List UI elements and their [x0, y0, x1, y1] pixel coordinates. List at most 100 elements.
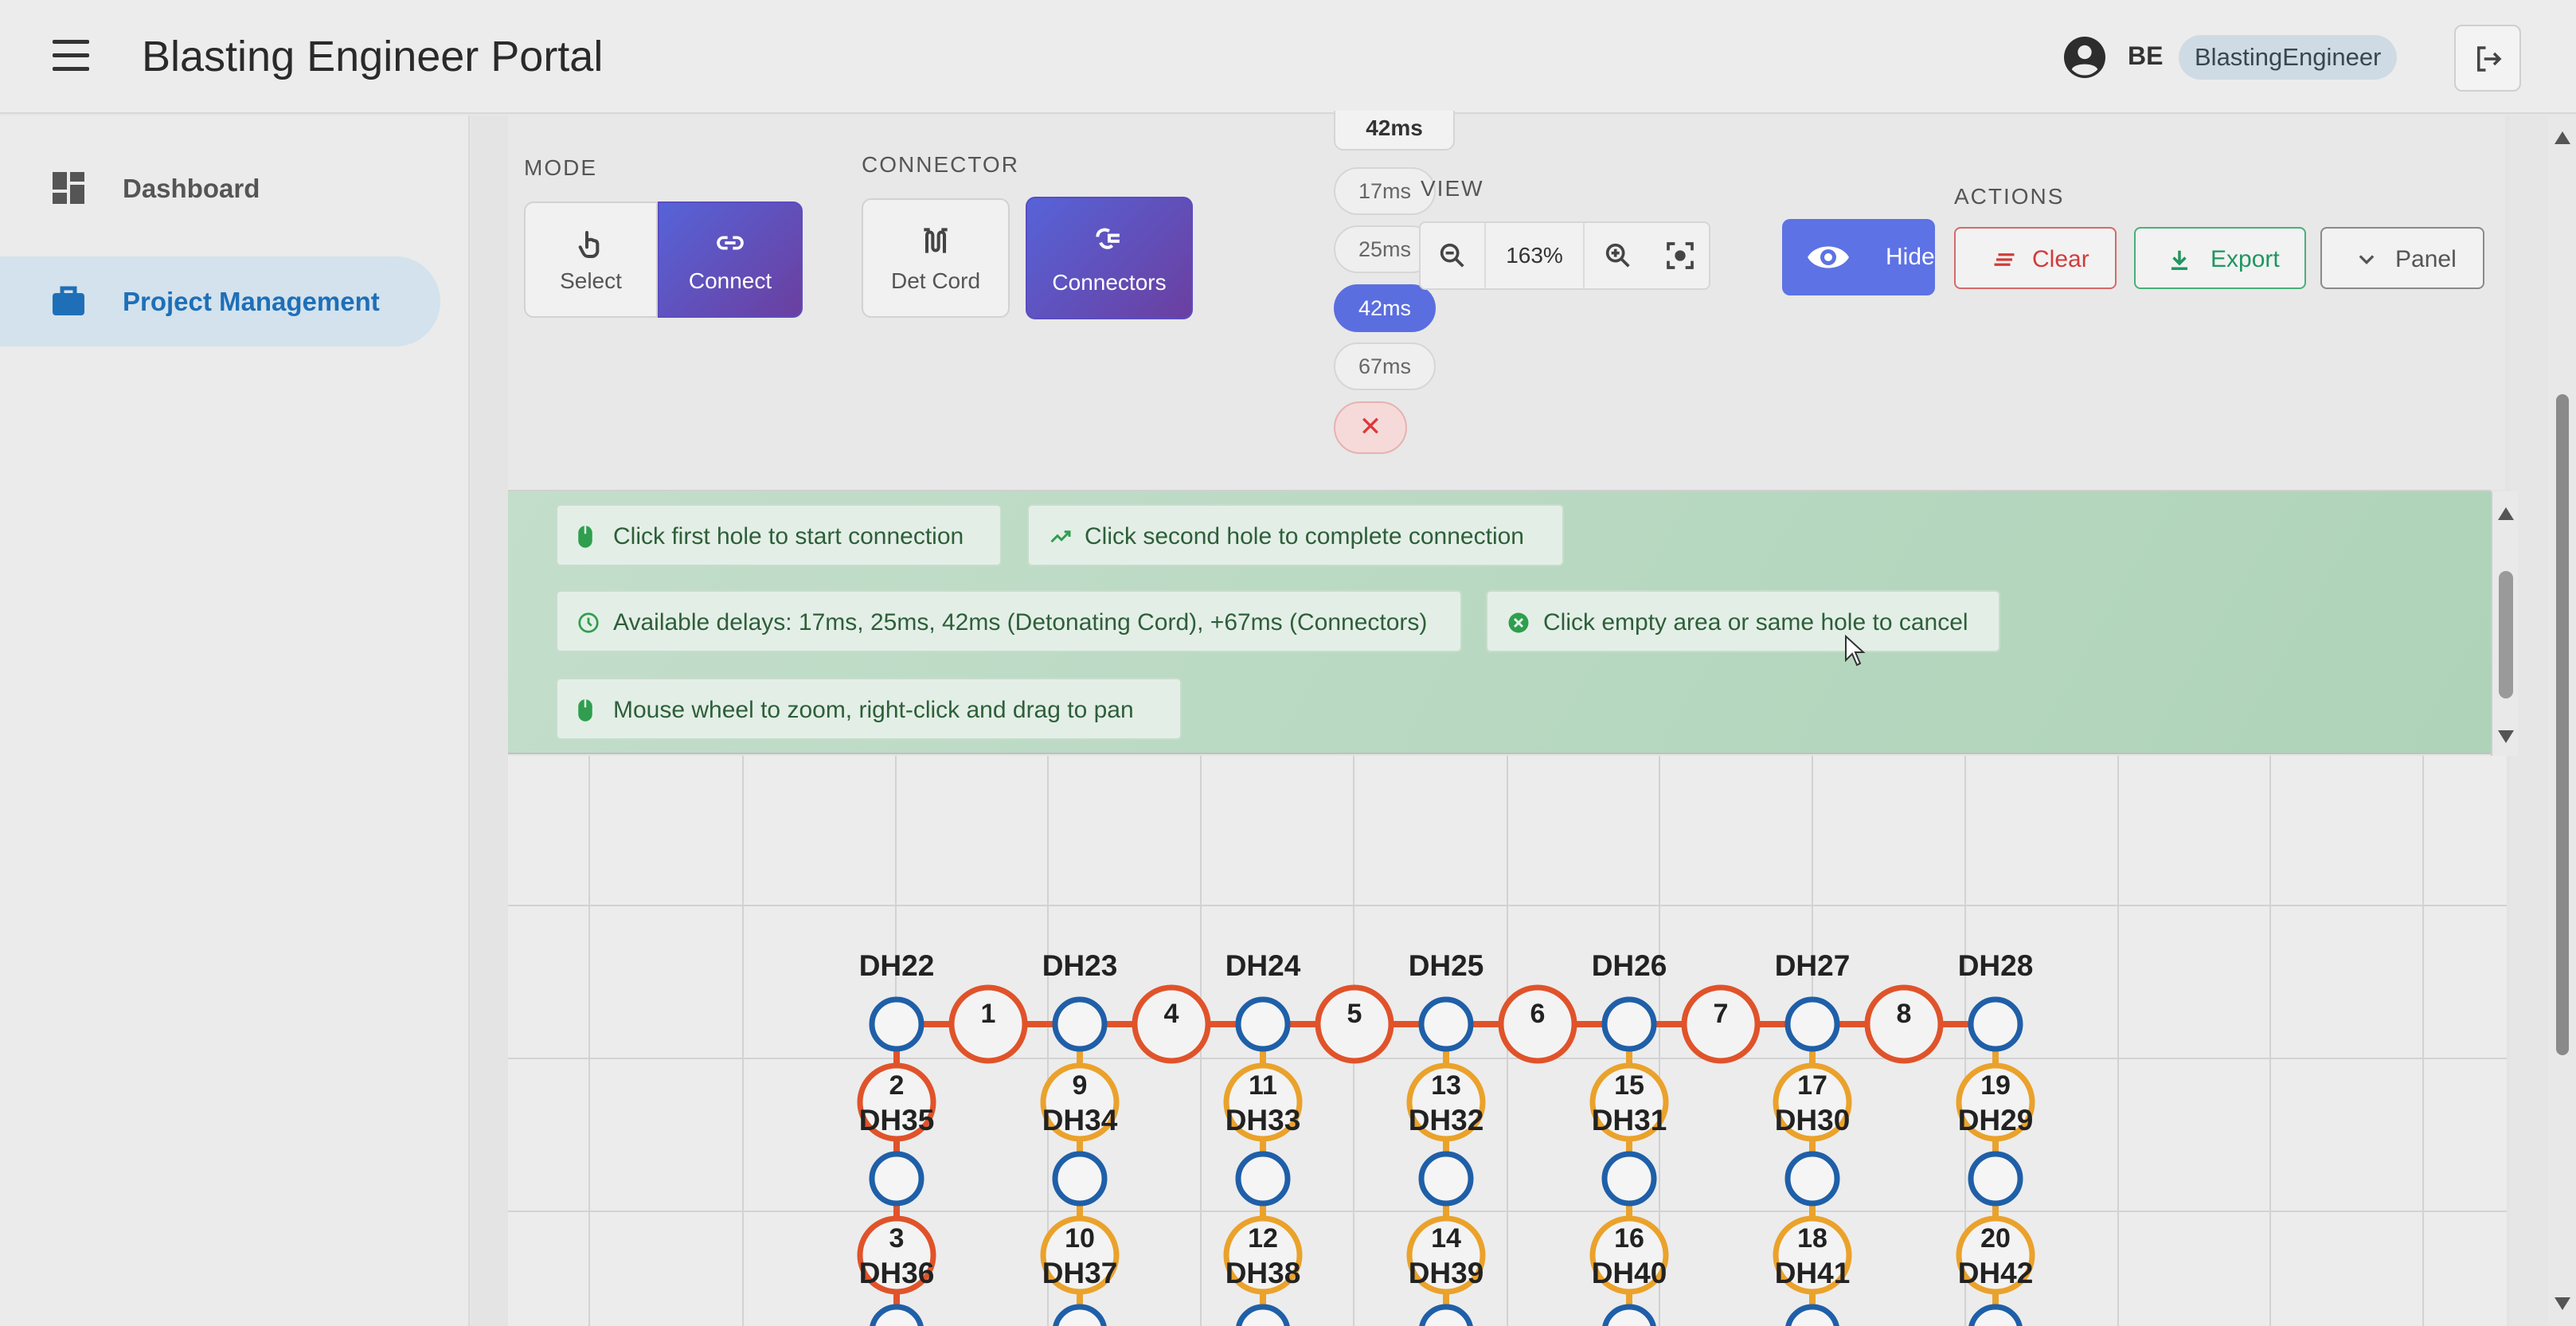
- user-role-chip: BlastingEngineer: [2179, 35, 2398, 80]
- instructions-scrollbar[interactable]: [2491, 491, 2518, 756]
- hole-label: DH33: [1225, 1104, 1301, 1136]
- zoom-in-icon[interactable]: [1602, 240, 1634, 272]
- sidebar-item-label: Dashboard: [123, 174, 260, 203]
- clear-button[interactable]: Clear: [1954, 227, 2117, 289]
- hole-label: DH29: [1958, 1104, 2034, 1136]
- touch-icon: [578, 231, 600, 258]
- connector-label: 3: [889, 1223, 905, 1254]
- drill-hole[interactable]: [1968, 1151, 2023, 1207]
- hole-label: DH39: [1409, 1257, 1484, 1289]
- select-mode-label: Select: [560, 268, 622, 293]
- hole-label: DH36: [859, 1257, 935, 1289]
- hole-label: DH26: [1592, 949, 1667, 982]
- instruction-text: Mouse wheel to zoom, right-click and dra…: [613, 697, 1134, 723]
- export-button[interactable]: Export: [2134, 227, 2306, 289]
- drill-hole[interactable]: [1784, 996, 1840, 1052]
- det-cord-button[interactable]: Det Cord: [862, 198, 1010, 318]
- connector-label: 16: [1614, 1223, 1644, 1254]
- page-scrollbar-thumb[interactable]: [2556, 394, 2569, 1055]
- drill-hole[interactable]: [1784, 1151, 1840, 1207]
- dashboard-icon: [53, 172, 84, 204]
- drill-hole[interactable]: [1236, 1304, 1290, 1326]
- drill-hole[interactable]: [1235, 1151, 1291, 1207]
- hide-label: Hide: [1886, 244, 1935, 270]
- drill-hole[interactable]: [870, 1304, 924, 1326]
- connect-mode-label: Connect: [688, 268, 772, 293]
- connector-label: 2: [889, 1070, 905, 1101]
- view-label: VIEW: [1421, 176, 1484, 201]
- toolbar: MODE Select Connect CONNECTOR Det Cord C…: [508, 111, 2505, 490]
- drill-hole[interactable]: [1602, 1304, 1656, 1326]
- sidebar-item-label: Project Management: [123, 287, 380, 316]
- connector-label: 1: [981, 999, 996, 1029]
- drill-hole[interactable]: [1968, 1304, 2023, 1326]
- hole-label: DH23: [1042, 949, 1118, 982]
- connector-label: 19: [1980, 1070, 2011, 1101]
- cancel-delay-button[interactable]: ✕: [1334, 401, 1407, 454]
- sidebar-item-dashboard[interactable]: Dashboard: [0, 143, 440, 233]
- clear-all-icon: [1994, 253, 2015, 266]
- drill-hole[interactable]: [1601, 1151, 1657, 1207]
- zoom-out-icon[interactable]: [1437, 240, 1468, 272]
- trending-up-icon: [1050, 530, 1071, 543]
- user-initials: BE: [2128, 41, 2164, 70]
- select-mode-button[interactable]: Select: [524, 201, 658, 318]
- blast-pattern-canvas[interactable]: 1 4 5 6 7 8 2 3 9 10 11 12 13 14 15 16 17 18 19 20 DH22 DH23 D…: [508, 756, 2507, 1326]
- blast-pattern-svg[interactable]: 1 4 5 6 7 82391011121314151617181920DH22 DH23 D…: [508, 756, 2507, 1326]
- drill-hole[interactable]: [1601, 996, 1657, 1052]
- connector-label: 18: [1797, 1223, 1827, 1254]
- drill-hole[interactable]: [1418, 996, 1474, 1052]
- instruction-second-hole: Click second hole to complete connection: [1027, 504, 1564, 566]
- cable-icon: [924, 228, 948, 253]
- connector-label: 14: [1431, 1223, 1461, 1254]
- hole-label: DH28: [1958, 949, 2034, 982]
- hole-label: DH30: [1775, 1104, 1851, 1136]
- connector-label: 4: [1164, 999, 1179, 1029]
- instruction-text: Click first hole to start connection: [613, 523, 964, 550]
- connector-label: 17: [1797, 1070, 1827, 1101]
- sidebar-item-project-management[interactable]: Project Management: [0, 256, 440, 346]
- connector-label: 13: [1431, 1070, 1461, 1101]
- drill-hole[interactable]: [1968, 996, 2023, 1052]
- drill-hole[interactable]: [1052, 1151, 1108, 1207]
- delay-67ms-button[interactable]: 67ms: [1334, 342, 1436, 390]
- instruction-zoom: Mouse wheel to zoom, right-click and dra…: [556, 678, 1182, 740]
- det-cord-label: Det Cord: [890, 268, 981, 293]
- link-icon: [717, 236, 744, 250]
- fit-screen-icon[interactable]: [1664, 240, 1696, 272]
- logout-button[interactable]: [2454, 25, 2521, 92]
- hide-button[interactable]: Hide: [1782, 219, 1935, 295]
- connector-label: 6: [1530, 999, 1546, 1029]
- account-circle-icon[interactable]: [2064, 37, 2105, 78]
- panel-button[interactable]: Panel: [2320, 227, 2484, 289]
- hole-label: DH38: [1225, 1257, 1301, 1289]
- connector-label: 7: [1714, 999, 1729, 1029]
- zoom-level: 163%: [1484, 223, 1585, 288]
- drill-hole[interactable]: [869, 996, 924, 1052]
- drill-hole[interactable]: [1419, 1304, 1473, 1326]
- connectors-button[interactable]: Connectors: [1026, 197, 1193, 319]
- hole-label: DH42: [1958, 1257, 2034, 1289]
- menu-icon[interactable]: [48, 35, 96, 76]
- scrollbar-thumb[interactable]: [2499, 571, 2513, 698]
- clock-icon: [578, 612, 599, 633]
- delay-42ms-button[interactable]: 42ms: [1334, 284, 1436, 332]
- cancel-circle-icon: [1508, 612, 1529, 633]
- drill-hole[interactable]: [869, 1151, 924, 1207]
- instruction-text: Click empty area or same hole to cancel: [1543, 609, 1968, 636]
- hole-label: DH40: [1592, 1257, 1667, 1289]
- hole-label: DH34: [1042, 1104, 1118, 1136]
- instruction-cancel: Click empty area or same hole to cancel: [1486, 590, 2000, 652]
- drill-hole[interactable]: [1053, 1304, 1107, 1326]
- drill-hole[interactable]: [1418, 1151, 1474, 1207]
- hole-label: DH31: [1592, 1104, 1667, 1136]
- drill-hole[interactable]: [1785, 1304, 1839, 1326]
- drill-hole[interactable]: [1052, 996, 1108, 1052]
- instruction-text: Available delays: 17ms, 25ms, 42ms (Deto…: [613, 609, 1428, 636]
- mouse-cursor-icon: [1845, 635, 1866, 667]
- panel-label: Panel: [2395, 246, 2457, 272]
- drill-hole[interactable]: [1235, 996, 1291, 1052]
- page-scrollbar[interactable]: [2548, 115, 2576, 1326]
- connect-mode-button[interactable]: Connect: [658, 201, 803, 318]
- hole-label: DH32: [1409, 1104, 1484, 1136]
